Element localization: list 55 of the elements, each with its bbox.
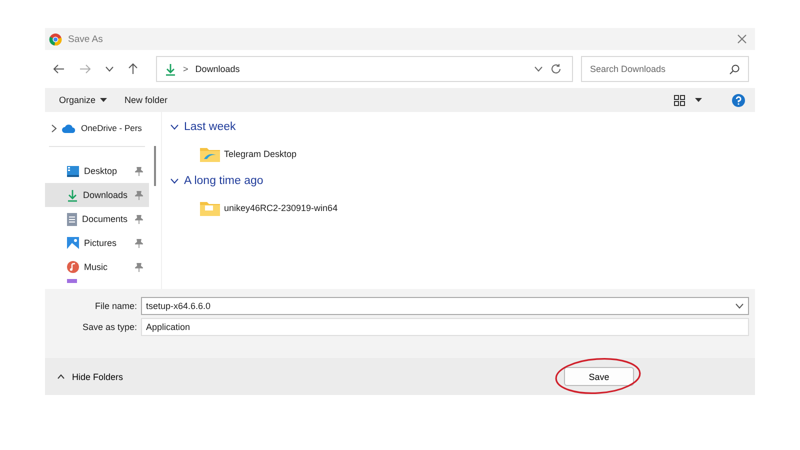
sidebar-item[interactable]: OneDrive - Pers bbox=[81, 123, 142, 133]
refresh-icon[interactable] bbox=[550, 63, 562, 75]
path-segment[interactable]: Downloads bbox=[195, 64, 240, 74]
field-label: Save as type: bbox=[81, 322, 137, 332]
file-name[interactable]: Telegram Desktop bbox=[224, 149, 297, 159]
sidebar-item[interactable]: Documents bbox=[45, 207, 149, 231]
view-grid-icon[interactable] bbox=[674, 94, 685, 106]
close-icon[interactable] bbox=[737, 34, 747, 44]
pin-icon[interactable] bbox=[135, 190, 143, 200]
help-icon[interactable] bbox=[732, 94, 745, 106]
organize-button[interactable]: Organize bbox=[55, 95, 111, 105]
document-icon bbox=[67, 212, 77, 226]
chevron-down-icon[interactable] bbox=[170, 124, 179, 130]
desktop-icon bbox=[67, 166, 79, 176]
window-title: Save As bbox=[68, 34, 103, 44]
download-icon bbox=[165, 62, 176, 76]
search-icon bbox=[729, 64, 740, 74]
file-name-field[interactable]: tsetup-x64.6.6.0 bbox=[141, 297, 749, 315]
sidebar-item[interactable]: Music bbox=[45, 255, 149, 279]
caret-icon[interactable] bbox=[695, 98, 702, 102]
path-separator: > bbox=[183, 64, 188, 74]
browser-icon bbox=[49, 32, 62, 46]
hide-folders-button[interactable]: Hide Folders bbox=[51, 370, 130, 382]
folder-icon bbox=[200, 146, 220, 162]
chevron-right-icon[interactable] bbox=[51, 124, 57, 132]
chevron-up-icon bbox=[57, 374, 65, 379]
sidebar-item[interactable]: Downloads bbox=[45, 183, 149, 207]
file-name[interactable]: unikey46RC2-230919-win64 bbox=[224, 203, 338, 213]
music-icon bbox=[67, 261, 79, 273]
folder-icon bbox=[200, 200, 220, 216]
file-type-dropdown[interactable]: Application bbox=[141, 318, 749, 336]
new-folder-button[interactable]: New folder bbox=[120, 95, 172, 105]
chevron-down-icon[interactable] bbox=[534, 66, 543, 72]
picture-icon bbox=[67, 237, 79, 249]
back-arrow-icon[interactable] bbox=[53, 64, 65, 74]
scrollbar-thumb[interactable] bbox=[154, 146, 156, 186]
chevron-down-icon[interactable] bbox=[170, 178, 179, 184]
download-icon bbox=[67, 188, 78, 202]
chevron-down-icon[interactable] bbox=[735, 303, 744, 309]
group-heading[interactable]: Last week bbox=[184, 121, 236, 133]
search-field[interactable]: Search Downloads bbox=[581, 56, 749, 82]
caret-icon bbox=[100, 98, 107, 102]
up-arrow-icon[interactable] bbox=[128, 63, 138, 75]
pin-icon[interactable] bbox=[135, 262, 143, 272]
sidebar-item[interactable]: Pictures bbox=[45, 231, 149, 255]
sidebar-item[interactable]: Desktop bbox=[45, 159, 149, 183]
save-button[interactable]: Save bbox=[564, 367, 634, 386]
pin-icon[interactable] bbox=[135, 238, 143, 248]
chevron-down-icon[interactable] bbox=[105, 66, 114, 72]
address-bar[interactable]: > Downloads bbox=[156, 56, 573, 82]
pin-icon[interactable] bbox=[135, 214, 143, 224]
cloud-icon bbox=[62, 124, 76, 132]
pin-icon[interactable] bbox=[135, 166, 143, 176]
group-heading[interactable]: A long time ago bbox=[184, 175, 264, 187]
field-label: File name: bbox=[94, 301, 137, 311]
